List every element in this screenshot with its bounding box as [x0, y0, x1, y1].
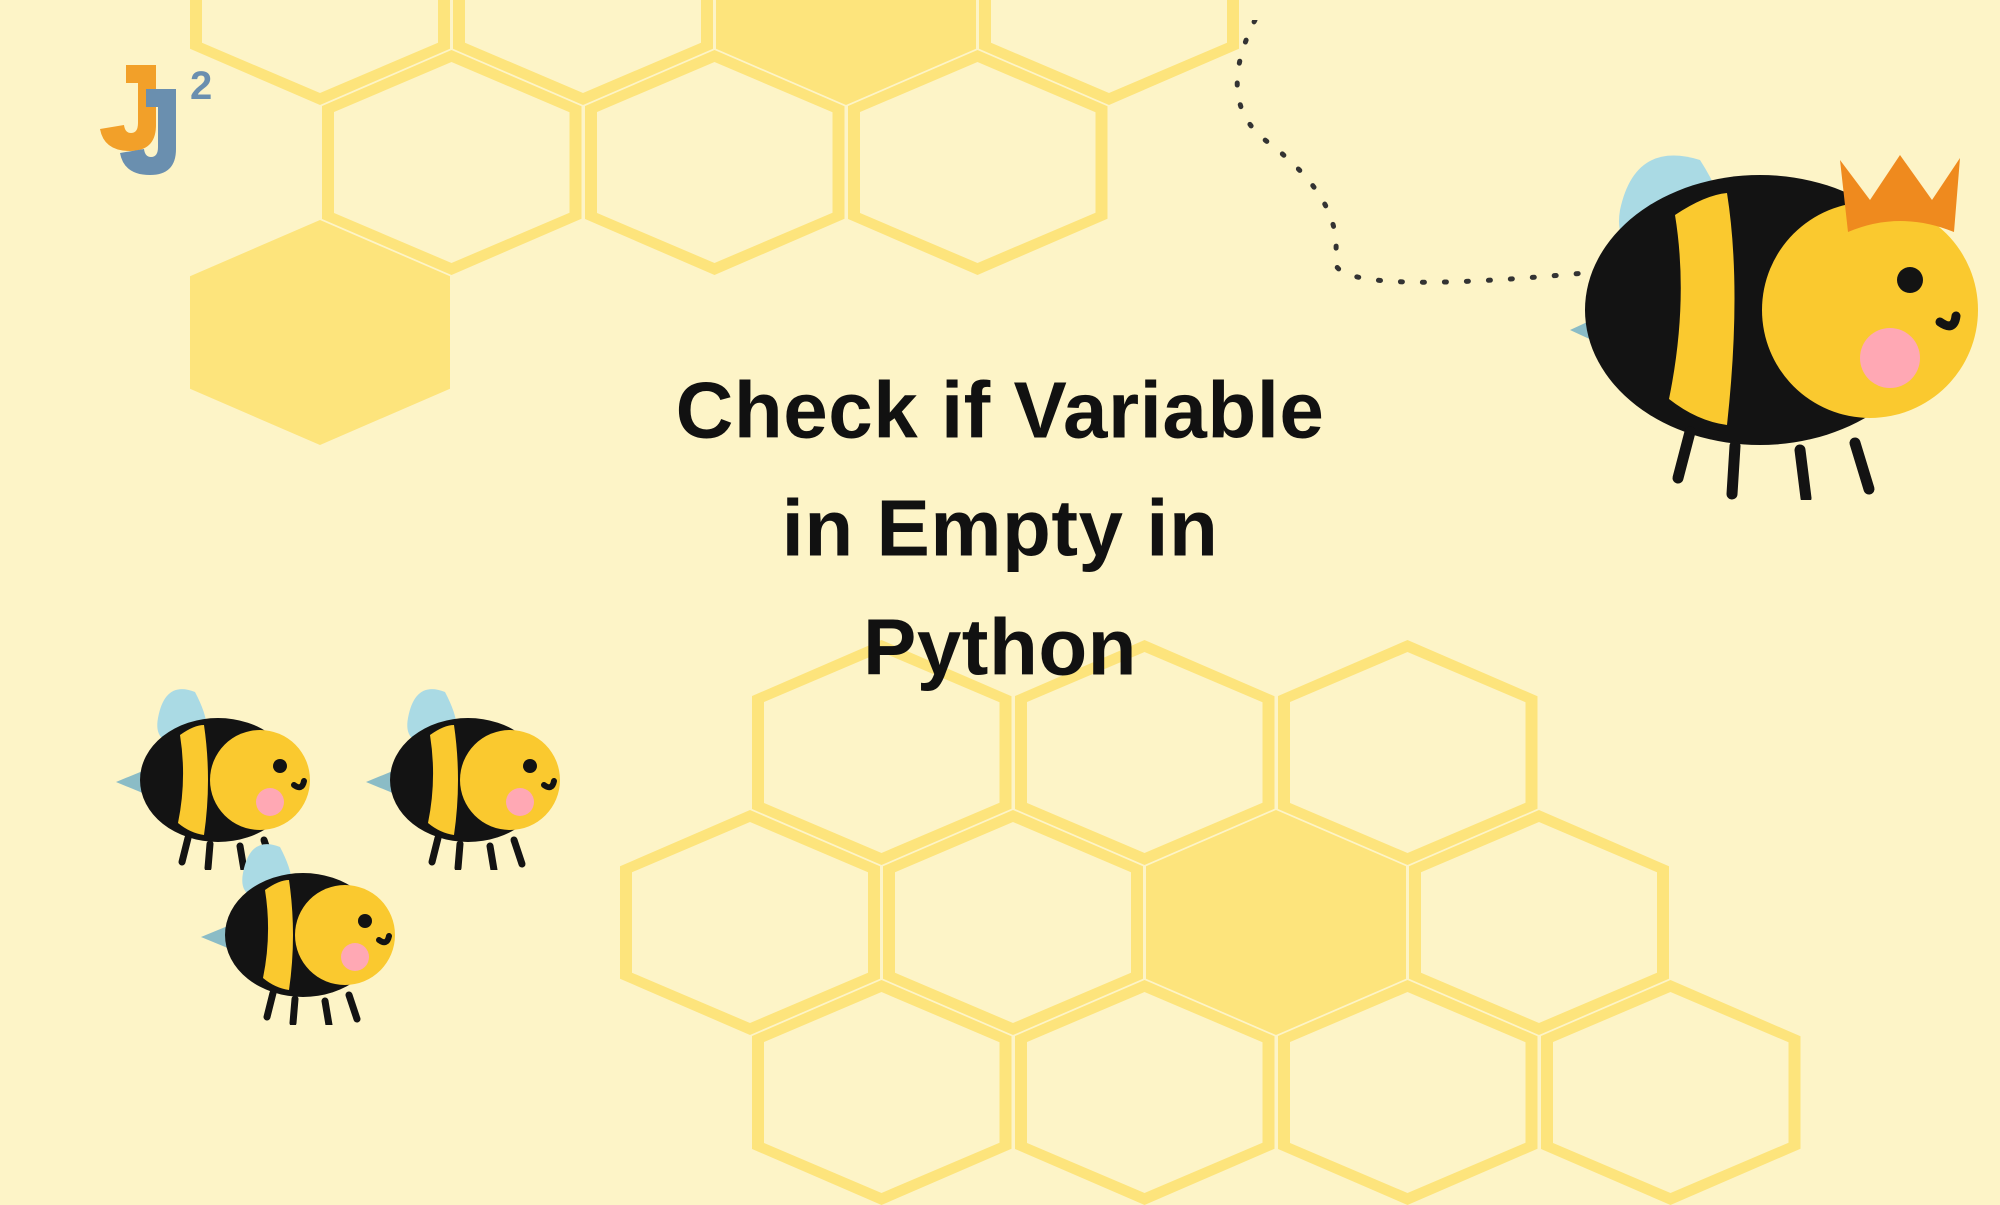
svg-text:2: 2: [190, 64, 212, 108]
queen-bee: [1540, 100, 2000, 505]
page-title-line2: in Empty in: [782, 484, 1219, 573]
page-title: Check if Variable in Empty in Python: [450, 351, 1550, 706]
page-title-line1: Check if Variable: [676, 365, 1325, 454]
page-title-line3: Python: [863, 602, 1137, 691]
site-logo: 2: [90, 55, 220, 180]
small-bee-3: [195, 835, 395, 1030]
